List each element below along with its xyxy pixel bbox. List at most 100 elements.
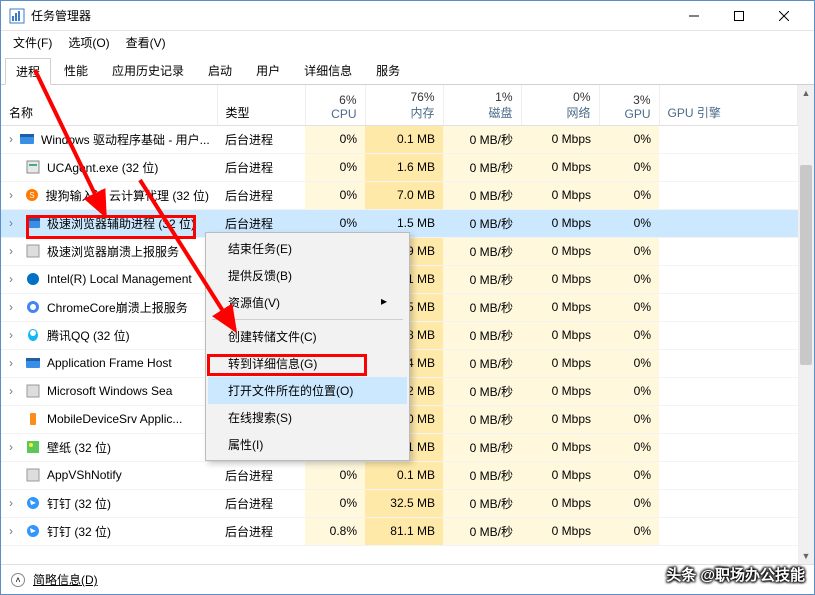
col-gpu-engine[interactable]: GPU 引擎 <box>659 85 798 125</box>
close-button[interactable] <box>761 2 806 30</box>
vertical-scrollbar[interactable]: ▲ ▼ <box>798 85 814 564</box>
process-row[interactable]: AppVShNotify后台进程0%0.1 MB0 MB/秒0 Mbps0% <box>1 461 798 489</box>
memory-value: 81.1 MB <box>365 517 443 545</box>
gpu-value: 0% <box>599 349 659 377</box>
minimize-button[interactable] <box>671 2 716 30</box>
process-name: Windows 驱动程序基础 - 用户... <box>41 131 210 148</box>
process-name: MobileDeviceSrv Applic... <box>47 412 182 426</box>
context-menu-separator <box>212 319 403 320</box>
context-menu-item[interactable]: 结束任务(E) <box>208 235 407 262</box>
scroll-down-arrow[interactable]: ▼ <box>798 548 814 564</box>
tab-3[interactable]: 启动 <box>197 57 243 84</box>
menu-options[interactable]: 选项(O) <box>62 32 115 53</box>
expand-icon[interactable]: › <box>9 188 18 202</box>
scroll-up-arrow[interactable]: ▲ <box>798 85 814 101</box>
watermark: 头条 @职场办公技能 <box>666 564 805 585</box>
disk-value: 0 MB/秒 <box>443 349 521 377</box>
app-icon <box>9 8 25 24</box>
disk-value: 0 MB/秒 <box>443 517 521 545</box>
memory-value: 0.1 MB <box>365 125 443 153</box>
gpu-value: 0% <box>599 517 659 545</box>
process-row[interactable]: ›钉钉 (32 位)后台进程0%32.5 MB0 MB/秒0 Mbps0% <box>1 489 798 517</box>
memory-value: 1.6 MB <box>365 153 443 181</box>
maximize-button[interactable] <box>716 2 761 30</box>
network-value: 0 Mbps <box>521 321 599 349</box>
network-value: 0 Mbps <box>521 517 599 545</box>
context-menu-item[interactable]: 在线搜索(S) <box>208 404 407 431</box>
context-menu-item[interactable]: 属性(I) <box>208 431 407 458</box>
gpu-value: 0% <box>599 209 659 237</box>
col-type[interactable]: 类型 <box>217 85 305 125</box>
submenu-arrow-icon: ▸ <box>381 294 387 308</box>
process-row[interactable]: UCAgent.exe (32 位)后台进程0%1.6 MB0 MB/秒0 Mb… <box>1 153 798 181</box>
expand-icon[interactable]: › <box>9 524 19 538</box>
process-name: 钉钉 (32 位) <box>47 495 111 512</box>
col-disk[interactable]: 1%磁盘 <box>443 85 521 125</box>
context-menu: 结束任务(E)提供反馈(B)资源值(V)▸ 创建转储文件(C)转到详细信息(G)打… <box>205 232 410 461</box>
gpu-value: 0% <box>599 265 659 293</box>
disk-value: 0 MB/秒 <box>443 153 521 181</box>
expand-icon[interactable]: › <box>9 244 19 258</box>
chevron-up-icon[interactable]: ˄ <box>11 573 25 587</box>
menubar: 文件(F) 选项(O) 查看(V) <box>1 31 814 53</box>
expand-icon[interactable]: › <box>9 300 19 314</box>
gpu-value: 0% <box>599 321 659 349</box>
svg-text:S: S <box>29 191 34 200</box>
process-name: AppVShNotify <box>47 468 122 482</box>
col-cpu[interactable]: 6%CPU <box>305 85 365 125</box>
process-type: 后台进程 <box>217 125 305 153</box>
network-value: 0 Mbps <box>521 349 599 377</box>
expand-icon[interactable]: › <box>9 356 19 370</box>
disk-value: 0 MB/秒 <box>443 265 521 293</box>
col-network[interactable]: 0%网络 <box>521 85 599 125</box>
process-name: 钉钉 (32 位) <box>47 523 111 540</box>
col-name[interactable]: 名称 <box>1 85 217 125</box>
context-menu-item[interactable]: 打开文件所在的位置(O) <box>208 377 407 404</box>
process-type: 后台进程 <box>217 153 305 181</box>
process-type: 后台进程 <box>217 517 305 545</box>
expand-icon[interactable]: › <box>9 216 19 230</box>
expand-icon[interactable]: › <box>9 132 13 146</box>
network-value: 0 Mbps <box>521 377 599 405</box>
gpu-value: 0% <box>599 405 659 433</box>
tab-1[interactable]: 性能 <box>53 57 99 84</box>
disk-value: 0 MB/秒 <box>443 377 521 405</box>
gpu-value: 0% <box>599 461 659 489</box>
scroll-thumb[interactable] <box>800 165 812 365</box>
tab-2[interactable]: 应用历史记录 <box>101 57 195 84</box>
brief-info-link[interactable]: 简略信息(D) <box>33 571 98 588</box>
context-menu-item[interactable]: 资源值(V)▸ <box>208 289 407 316</box>
col-gpu[interactable]: 3%GPU <box>599 85 659 125</box>
process-row[interactable]: › Windows 驱动程序基础 - 用户... 后台进程 0% 0.1 MB0 MB/… <box>1 125 798 153</box>
memory-value: 32.5 MB <box>365 489 443 517</box>
expand-icon[interactable]: › <box>9 384 19 398</box>
expand-icon[interactable]: › <box>9 328 19 342</box>
titlebar: 任务管理器 <box>1 1 814 31</box>
tab-0[interactable]: 进程 <box>5 58 51 85</box>
cpu-value: 0% <box>305 153 365 181</box>
context-menu-item[interactable]: 转到详细信息(G) <box>208 350 407 377</box>
tab-bar: 进程性能应用历史记录启动用户详细信息服务 <box>1 53 814 85</box>
cpu-value: 0% <box>305 489 365 517</box>
process-name: 极速浏览器辅助进程 (32 位) <box>47 215 195 232</box>
context-menu-item[interactable]: 创建转储文件(C) <box>208 323 407 350</box>
col-memory[interactable]: 76%内存 <box>365 85 443 125</box>
gpu-value: 0% <box>599 125 659 153</box>
expand-icon[interactable]: › <box>9 496 19 510</box>
memory-value: 0.1 MB <box>365 461 443 489</box>
disk-value: 0 MB/秒 <box>443 433 521 461</box>
tab-6[interactable]: 服务 <box>365 57 411 84</box>
menu-file[interactable]: 文件(F) <box>7 32 58 53</box>
process-row[interactable]: ›S搜狗输入法 云计算代理 (32 位)后台进程0%7.0 MB0 MB/秒0 … <box>1 181 798 209</box>
context-menu-item[interactable]: 提供反馈(B) <box>208 262 407 289</box>
disk-value: 0 MB/秒 <box>443 125 521 153</box>
disk-value: 0 MB/秒 <box>443 321 521 349</box>
network-value: 0 Mbps <box>521 293 599 321</box>
menu-view[interactable]: 查看(V) <box>120 32 172 53</box>
expand-icon[interactable]: › <box>9 272 19 286</box>
tab-5[interactable]: 详细信息 <box>293 57 363 84</box>
process-row[interactable]: ›钉钉 (32 位)后台进程0.8%81.1 MB0 MB/秒0 Mbps0% <box>1 517 798 545</box>
tab-4[interactable]: 用户 <box>245 57 291 84</box>
process-type: 后台进程 <box>217 181 305 209</box>
expand-icon[interactable]: › <box>9 440 19 454</box>
